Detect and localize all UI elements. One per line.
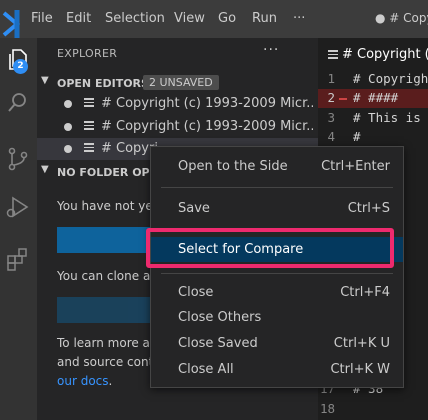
- open-editor-item[interactable]: # Copyright (c) 1993-2009 Micr...: [37, 116, 318, 138]
- source-control-icon: [8, 147, 28, 171]
- activity-source-control[interactable]: [0, 138, 37, 180]
- menu-edit[interactable]: Edit: [66, 11, 91, 26]
- menu-item-shortcut: Ctrl+K W: [330, 362, 390, 377]
- menu-view[interactable]: View: [174, 11, 205, 26]
- extensions-icon: [7, 248, 27, 271]
- open-editors-title: OPEN EDITORS: [57, 77, 149, 90]
- unsaved-badge: 2 UNSAVED: [143, 75, 219, 90]
- menu-item-shortcut: Ctrl+S: [347, 201, 390, 216]
- code-line[interactable]: 18: [318, 400, 428, 419]
- menu-item-shortcut: Ctrl+Enter: [321, 159, 390, 174]
- editor-tab-label: # Copyright (c: [342, 47, 428, 62]
- code-line[interactable]: 3 # This is: [318, 109, 428, 128]
- menu-more[interactable]: ···: [293, 11, 305, 26]
- docs-suffix: .: [108, 374, 113, 388]
- file-lines-icon: [84, 121, 94, 133]
- menu-item-shortcut: Ctrl+K U: [333, 336, 390, 351]
- menu-close[interactable]: Close Ctrl+F4: [151, 280, 403, 305]
- file-lines-icon: [328, 50, 338, 62]
- file-lines-icon: [84, 98, 94, 110]
- sidebar-more-actions-button[interactable]: ···: [263, 42, 279, 58]
- open-editor-item[interactable]: # Copyright (c) 1993-2009 Micr...: [37, 93, 318, 115]
- file-lines-icon: [84, 143, 94, 155]
- line-code: # This is: [353, 109, 421, 125]
- clone-message: You can clone a: [57, 269, 151, 283]
- line-number: 3: [327, 109, 335, 125]
- editor-tab[interactable]: # Copyright (c: [318, 38, 428, 70]
- menu-close-saved[interactable]: Close Saved Ctrl+K U: [151, 331, 403, 356]
- line-code: # ####: [353, 90, 399, 106]
- open-editors-header[interactable]: ▼ OPEN EDITORS 2 UNSAVED: [37, 72, 318, 94]
- code-line[interactable]: 4 #: [318, 128, 428, 147]
- unsaved-dot-icon: [64, 100, 72, 108]
- search-icon: [8, 93, 26, 112]
- menu-item-label: Close All: [178, 362, 234, 377]
- activity-search[interactable]: [0, 82, 37, 124]
- unsaved-dot-icon: [64, 145, 72, 153]
- menu-item-shortcut: Ctrl+F4: [340, 285, 390, 300]
- menu-item-label: Close: [178, 285, 214, 300]
- menu-save[interactable]: Save Ctrl+S: [151, 196, 403, 221]
- menu-selection[interactable]: Selection: [105, 11, 165, 26]
- activity-run-debug[interactable]: [0, 186, 37, 228]
- activity-extensions[interactable]: [0, 238, 37, 280]
- menu-close-others[interactable]: Close Others: [151, 305, 403, 330]
- annotation-highlight-box: [146, 228, 394, 268]
- unsaved-count-badge: 2: [13, 59, 28, 74]
- activity-bar: [0, 38, 37, 420]
- open-editor-label: # Copyright (c) 1993-2009 Micr...: [101, 119, 313, 134]
- docs-line: our docs.: [57, 374, 112, 388]
- menu-run[interactable]: Run: [252, 11, 277, 26]
- code-line[interactable]: 1 # Copyrigh: [318, 70, 428, 89]
- line-number: 18: [319, 400, 335, 416]
- menu-item-label: Close Others: [178, 310, 262, 325]
- line-number: 2: [327, 90, 335, 106]
- title-bar: File Edit Selection View Go Run ··· ● # …: [0, 0, 428, 38]
- open-editor-label: # Copyright (c) 1993-2009 Micr...: [101, 96, 313, 111]
- chevron-down-icon: ▼: [41, 75, 49, 86]
- menu-file[interactable]: File: [31, 11, 53, 26]
- menu-separator: [161, 273, 393, 274]
- menu-go[interactable]: Go: [218, 11, 236, 26]
- line-code: #: [353, 129, 361, 145]
- sidebar-title: EXPLORER: [57, 47, 118, 60]
- window-title: ● # Copyr: [375, 11, 428, 25]
- chevron-down-icon: ▼: [41, 164, 49, 175]
- menu-item-label: Save: [178, 201, 210, 216]
- no-folder-message: You have not yet: [57, 199, 158, 213]
- menu-separator: [161, 187, 393, 188]
- docs-link[interactable]: our docs: [57, 374, 109, 388]
- run-debug-icon: [6, 196, 29, 218]
- learn-more-text: To learn more ab: [57, 336, 158, 350]
- line-code: # Copyrigh: [353, 71, 428, 86]
- vscode-logo-icon: [0, 0, 24, 38]
- line-number: 1: [327, 71, 335, 86]
- menu-item-label: Open to the Side: [178, 159, 288, 174]
- unsaved-dot-icon: [64, 123, 72, 131]
- menu-open-to-side[interactable]: Open to the Side Ctrl+Enter: [151, 154, 403, 179]
- menu-close-all[interactable]: Close All Ctrl+K W: [151, 357, 403, 382]
- menu-item-label: Close Saved: [178, 336, 258, 351]
- code-line-deleted[interactable]: 2 # ####: [318, 89, 428, 109]
- deleted-line-marker-icon: [339, 98, 347, 100]
- line-number: 4: [327, 129, 335, 145]
- learn-more-text-2: and source cont: [57, 355, 154, 369]
